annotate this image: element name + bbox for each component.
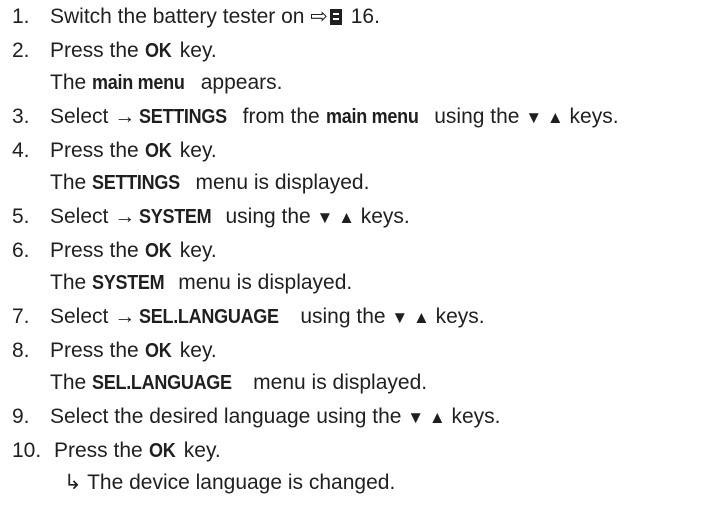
step-text: key.: [173, 239, 217, 262]
arrow-right-icon: →: [114, 205, 136, 228]
page-reference-arrow-icon: ⇨: [310, 5, 328, 28]
step-number: 8.: [12, 339, 30, 362]
step-text: Select the desired language using the: [50, 405, 408, 428]
book-icon: [329, 9, 342, 25]
instruction-list: 1. Switch the battery tester on ⇨ 16. 2. P…: [0, 0, 720, 506]
step-4: 4. Press the OK key.: [0, 134, 217, 168]
step-6-result: The SYSTEM menu is displayed.: [0, 266, 352, 300]
step-8: 8. Press the OK key.: [0, 334, 217, 368]
step-10-result: ↳ The device language is changed.: [0, 466, 395, 500]
step-text: Press the: [50, 339, 145, 362]
page-reference-number: 16.: [344, 5, 380, 28]
step-text: key.: [177, 439, 221, 462]
menu-item-name: SETTINGS: [139, 106, 228, 128]
down-up-keys-icon: ▼ ▲: [316, 208, 355, 227]
step-text: key.: [173, 139, 217, 162]
step-1: 1. Switch the battery tester on ⇨ 16.: [0, 0, 380, 34]
step-8-result: The SEL.LANGUAGE menu is displayed.: [0, 366, 427, 400]
step-text: using the: [428, 105, 526, 128]
ok-key-label: OK: [144, 140, 172, 162]
result-text: menu is displayed.: [189, 171, 370, 194]
step-number: 3.: [12, 105, 30, 128]
step-5: 5. Select → SYSTEM using the ▼ ▲ keys.: [0, 200, 410, 234]
step-text: keys.: [445, 405, 501, 428]
ok-key-label: OK: [148, 440, 176, 462]
step-text: keys.: [354, 205, 410, 228]
menu-item-name: SEL.LANGUAGE: [139, 306, 279, 328]
menu-name: main menu: [92, 72, 185, 94]
menu-name: SYSTEM: [92, 272, 165, 294]
down-up-keys-icon: ▼ ▲: [391, 308, 430, 327]
step-text: using the: [294, 305, 392, 328]
result-text: The device language is changed.: [81, 471, 396, 494]
step-text: Press the: [54, 439, 149, 462]
down-up-keys-icon: ▼ ▲: [407, 408, 446, 427]
result-text: The: [50, 171, 93, 194]
step-number: 4.: [12, 139, 30, 162]
step-10: 10. Press the OK key.: [0, 434, 221, 468]
step-text: Select: [50, 105, 115, 128]
step-text: key.: [173, 39, 217, 62]
arrow-right-icon: →: [114, 305, 136, 328]
step-2: 2. Press the OK key.: [0, 34, 217, 68]
step-text: using the: [219, 205, 317, 228]
ok-key-label: OK: [144, 40, 172, 62]
step-number: 1.: [12, 5, 30, 28]
step-text: Select: [50, 305, 115, 328]
step-9: 9. Select the desired language using the …: [0, 400, 501, 434]
step-text: Select: [50, 205, 115, 228]
step-4-result: The SETTINGS menu is displayed.: [0, 166, 369, 200]
menu-name: SEL.LANGUAGE: [92, 372, 232, 394]
step-number: 2.: [12, 39, 30, 62]
ok-key-label: OK: [144, 340, 172, 362]
menu-name: SETTINGS: [92, 172, 180, 194]
result-text: The: [50, 371, 93, 394]
step-text: Press the: [50, 239, 145, 262]
result-arrow-icon: ↳: [64, 471, 82, 494]
step-2-result: The main menu appears.: [0, 66, 282, 100]
result-text: appears.: [194, 71, 283, 94]
step-3: 3. Select → SETTINGS from the main menu us…: [0, 100, 619, 134]
step-text: from the: [236, 105, 326, 128]
step-number: 9.: [12, 405, 30, 428]
result-text: The: [50, 271, 93, 294]
menu-item-name: SYSTEM: [139, 206, 212, 228]
step-number: 10.: [12, 439, 42, 462]
result-text: menu is displayed.: [172, 271, 353, 294]
step-text: keys.: [563, 105, 619, 128]
step-text: Switch the battery tester on: [50, 5, 311, 28]
result-text: The: [50, 71, 93, 94]
step-number: 7.: [12, 305, 30, 328]
arrow-right-icon: →: [114, 105, 136, 128]
down-up-keys-icon: ▼ ▲: [525, 108, 564, 127]
step-text: Press the: [50, 39, 145, 62]
step-6: 6. Press the OK key.: [0, 234, 217, 268]
ok-key-label: OK: [144, 240, 172, 262]
result-text: menu is displayed.: [247, 371, 428, 394]
step-7: 7. Select → SEL.LANGUAGE using the ▼ ▲ key…: [0, 300, 485, 334]
step-text: keys.: [429, 305, 485, 328]
menu-name: main menu: [325, 106, 419, 128]
step-number: 5.: [12, 205, 30, 228]
step-text: key.: [173, 339, 217, 362]
step-text: Press the: [50, 139, 145, 162]
step-number: 6.: [12, 239, 30, 262]
